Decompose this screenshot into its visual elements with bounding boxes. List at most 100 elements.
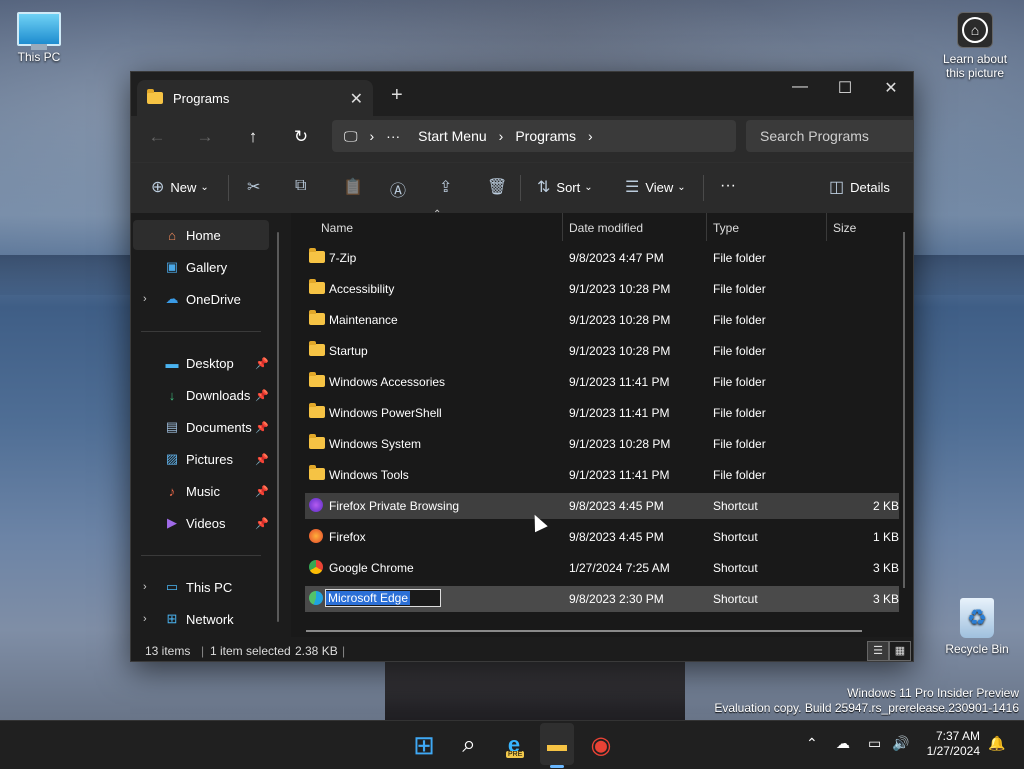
chevron-right-icon[interactable]: ›: [143, 293, 147, 305]
desktop-icon: ▬: [165, 355, 179, 371]
back-button[interactable]: ←: [145, 127, 169, 147]
this-pc-icon: [17, 12, 61, 50]
search-icon[interactable]: ⌕: [455, 731, 483, 759]
sidebar-item-onedrive[interactable]: › ☁ OneDrive: [133, 284, 269, 314]
table-row[interactable]: Accessibility 9/1/2023 10:28 PM File fol…: [305, 276, 899, 302]
horizontal-scrollbar[interactable]: [306, 630, 862, 632]
notification-bell-icon[interactable]: 🔔: [988, 735, 1005, 752]
refresh-button[interactable]: ↻: [289, 127, 313, 147]
minimize-button[interactable]: —: [785, 78, 815, 96]
start-button[interactable]: ⊞: [410, 730, 438, 760]
rename-button[interactable]: Ⓐ: [390, 177, 406, 201]
clock[interactable]: 7:37 AM 1/27/2024: [918, 729, 980, 759]
address-bar[interactable]: 🖵 › ··· Start Menu › Programs ›: [332, 120, 736, 152]
show-hidden-icons-chevron[interactable]: ⌃: [806, 735, 818, 752]
trash-icon: 🗑: [487, 179, 508, 196]
chevron-right-icon[interactable]: ›: [143, 613, 147, 625]
table-row[interactable]: Firefox Private Browsing 9/8/2023 4:45 P…: [305, 493, 899, 519]
details-pane-button[interactable]: ◫ Details: [829, 177, 890, 197]
tab-programs[interactable]: Programs ✕: [137, 80, 373, 116]
search-input[interactable]: Search Programs: [746, 120, 913, 152]
table-row[interactable]: Windows System 9/1/2023 10:28 PM File fo…: [305, 431, 899, 457]
sidebar-item-downloads[interactable]: ↓ Downloads 📌: [133, 380, 269, 410]
sidebar-scrollbar[interactable]: [277, 232, 279, 622]
close-window-button[interactable]: ✕: [876, 78, 906, 98]
details-view-button[interactable]: ☰: [867, 641, 889, 661]
delete-button[interactable]: 🗑: [487, 177, 507, 197]
chrome-taskbar-icon[interactable]: ◉: [587, 731, 615, 759]
column-header-date[interactable]: Date modified: [569, 213, 699, 243]
sort-button[interactable]: ⇅ Sort ⌄: [537, 177, 593, 197]
volume-icon[interactable]: 🔊: [892, 735, 909, 752]
sidebar-item-this-pc[interactable]: › ▭ This PC: [133, 572, 269, 602]
table-row[interactable]: 7-Zip 9/8/2023 4:47 PM File folder: [305, 245, 899, 271]
table-row[interactable]: Windows Accessories 9/1/2023 11:41 PM Fi…: [305, 369, 899, 395]
cut-button[interactable]: ✂: [247, 177, 260, 197]
clipboard-icon: 📋: [343, 179, 363, 196]
breadcrumb-start-menu[interactable]: Start Menu: [418, 128, 486, 144]
breadcrumb-programs[interactable]: Programs: [515, 128, 576, 144]
share-button[interactable]: ⇪: [439, 177, 452, 197]
network-icon[interactable]: ▭: [868, 735, 881, 752]
sidebar-item-gallery[interactable]: ▣ Gallery: [133, 252, 269, 282]
table-row[interactable]: Startup 9/1/2023 10:28 PM File folder: [305, 338, 899, 364]
column-divider[interactable]: [562, 213, 563, 241]
copy-icon: ⧉: [295, 177, 307, 194]
desktop-icon-learn-about-picture[interactable]: ⌂ Learn about this picture: [938, 12, 1012, 80]
breadcrumb-separator[interactable]: ›: [588, 128, 593, 144]
folder-icon: [309, 434, 325, 449]
view-button[interactable]: ☰ View ⌄: [625, 177, 686, 197]
cell-size: 2 KB: [872, 499, 899, 513]
table-row-selected[interactable]: Microsoft Edge 9/8/2023 2:30 PM Shortcut…: [305, 586, 899, 612]
column-header-type[interactable]: Type: [713, 213, 823, 243]
up-button[interactable]: ↑: [241, 127, 265, 147]
table-row[interactable]: Maintenance 9/1/2023 10:28 PM File folde…: [305, 307, 899, 333]
vertical-scrollbar[interactable]: [903, 232, 905, 588]
breadcrumb-overflow[interactable]: ···: [386, 128, 400, 144]
table-row[interactable]: Firefox 9/8/2023 4:45 PM Shortcut 1 KB: [305, 524, 899, 550]
table-row[interactable]: Google Chrome 1/27/2024 7:25 AM Shortcut…: [305, 555, 899, 581]
table-row[interactable]: Windows PowerShell 9/1/2023 11:41 PM Fil…: [305, 400, 899, 426]
new-tab-button[interactable]: +: [391, 84, 403, 107]
breadcrumb-separator[interactable]: ›: [370, 128, 375, 144]
plus-circle-icon: ⊕: [151, 179, 165, 196]
details-label: Details: [850, 179, 890, 195]
sidebar-item-label: Gallery: [186, 259, 228, 275]
rename-input[interactable]: Microsoft Edge: [325, 589, 441, 607]
table-row[interactable]: Windows Tools 9/1/2023 11:41 PM File fol…: [305, 462, 899, 488]
breadcrumb-separator[interactable]: ›: [499, 128, 504, 144]
sidebar-item-music[interactable]: ♪ Music 📌: [133, 476, 269, 506]
cell-type: File folder: [713, 313, 766, 327]
copy-button[interactable]: ⧉: [295, 177, 306, 195]
paste-button[interactable]: 📋: [343, 177, 363, 197]
sidebar-item-videos[interactable]: ▶ Videos 📌: [133, 508, 269, 538]
cell-date: 9/1/2023 10:28 PM: [569, 344, 671, 358]
pin-icon: 📌: [255, 485, 269, 498]
this-pc-icon[interactable]: 🖵: [344, 128, 358, 145]
forward-button[interactable]: →: [193, 127, 217, 147]
music-icon: ♪: [168, 483, 176, 499]
cell-date: 9/8/2023 4:47 PM: [569, 251, 664, 265]
new-button[interactable]: ⊕ New ⌄: [151, 177, 209, 197]
file-explorer-window: Programs ✕ + — ☐ ✕ ← → ↑ ↻ 🖵 › ··· Start…: [130, 71, 914, 662]
more-options-button[interactable]: ···: [720, 177, 736, 195]
chevron-right-icon[interactable]: ›: [143, 581, 147, 593]
column-divider[interactable]: [826, 213, 827, 241]
close-tab-icon[interactable]: ✕: [350, 89, 363, 109]
chevron-down-icon: ⌄: [677, 181, 686, 193]
document-icon: ▤: [165, 419, 179, 434]
sidebar-item-documents[interactable]: ▤ Documents 📌: [133, 412, 269, 442]
firefox-icon: [309, 529, 323, 543]
file-explorer-taskbar-icon[interactable]: ▬: [543, 731, 571, 759]
tiles-view-button[interactable]: ▦: [889, 641, 911, 661]
column-divider[interactable]: [706, 213, 707, 241]
sidebar-item-network[interactable]: › ⊞ Network: [133, 604, 269, 634]
desktop-icon-recycle-bin[interactable]: ♻ Recycle Bin: [940, 598, 1014, 656]
column-header-size[interactable]: Size: [833, 213, 893, 243]
desktop-icon-this-pc[interactable]: This PC: [10, 12, 68, 64]
sidebar-item-pictures[interactable]: ▨ Pictures 📌: [133, 444, 269, 474]
onedrive-tray-icon[interactable]: ☁: [836, 735, 850, 752]
maximize-button[interactable]: ☐: [830, 78, 860, 98]
sidebar-item-home[interactable]: ⌂ Home: [133, 220, 269, 250]
sidebar-item-desktop[interactable]: ▬ Desktop 📌: [133, 348, 270, 378]
